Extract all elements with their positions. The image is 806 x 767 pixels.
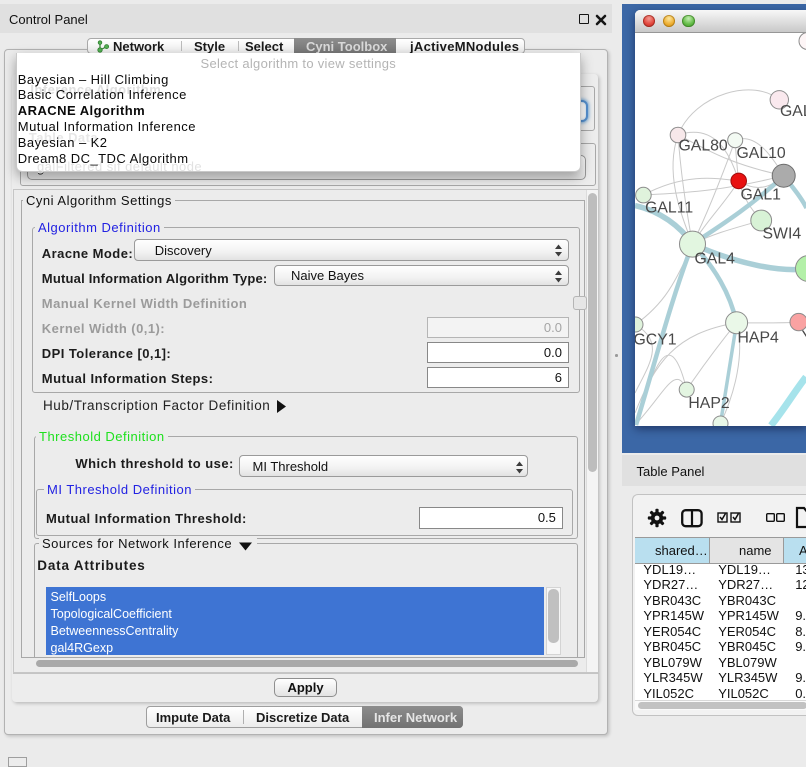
svg-text:Y: Y	[801, 328, 806, 345]
svg-text:GAL10: GAL10	[736, 145, 785, 162]
svg-text:GAL11: GAL11	[645, 199, 693, 216]
svg-text:HAP2: HAP2	[688, 394, 729, 411]
svg-text:GCY1: GCY1	[635, 331, 677, 348]
svg-text:HAP4: HAP4	[737, 329, 778, 346]
svg-text:SWI4: SWI4	[762, 225, 801, 242]
svg-text:GAL4: GAL4	[694, 250, 735, 267]
svg-text:GAL80: GAL80	[678, 137, 727, 154]
svg-text:GAL1: GAL1	[740, 186, 781, 203]
svg-text:GAL: GAL	[780, 103, 806, 120]
